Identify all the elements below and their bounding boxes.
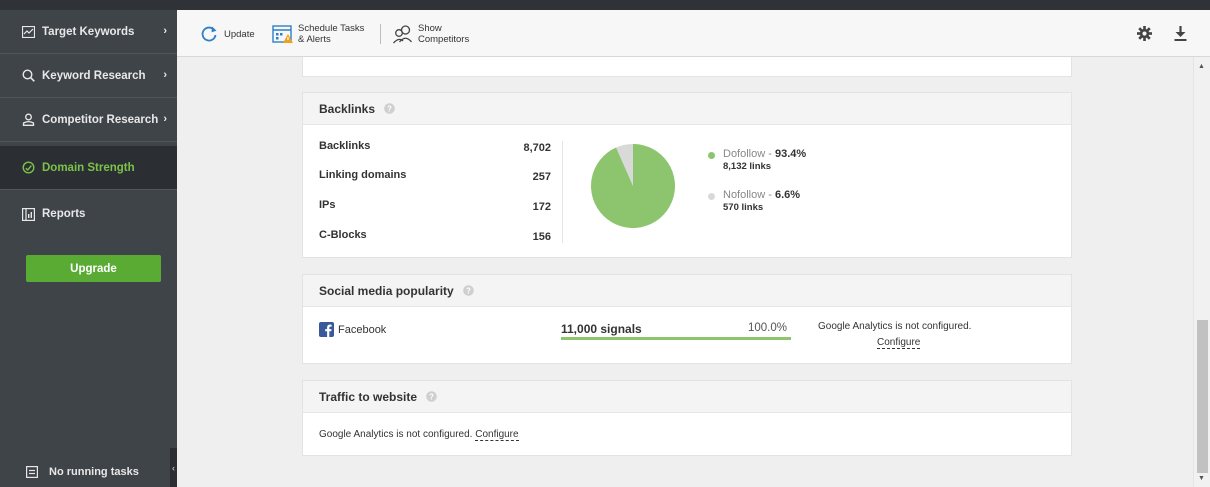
chevron-right-icon: › xyxy=(163,113,167,125)
sidebar-item-label: Target Keywords xyxy=(42,25,135,38)
schedule-label-line2: & Alerts xyxy=(298,34,331,45)
window-top-strip xyxy=(0,0,1210,10)
signals-progress-track xyxy=(561,337,791,340)
task-list-icon xyxy=(26,465,38,478)
competitors-label-line2: Competitors xyxy=(418,34,470,45)
sidebar-item-label: Competitor Research xyxy=(42,113,159,126)
running-tasks-status[interactable]: No running tasks xyxy=(0,456,177,487)
stat-value: 156 xyxy=(532,231,551,243)
sidebar-collapse-handle[interactable]: ‹ xyxy=(170,448,177,487)
backlinks-card: Backlinks ? Backlinks 8,702 Linking doma… xyxy=(302,92,1072,258)
help-icon[interactable]: ? xyxy=(384,103,395,114)
backlinks-pie-chart xyxy=(591,144,675,228)
facebook-label: Facebook xyxy=(338,323,387,336)
stat-label: Backlinks xyxy=(319,140,371,152)
nofollow-legend-dot xyxy=(708,193,715,200)
user-icon xyxy=(21,113,35,127)
pie-slice-dofollow xyxy=(591,144,675,228)
sidebar-item-label: Keyword Research xyxy=(42,69,146,82)
sidebar-item-domain-strength[interactable]: Domain Strength xyxy=(0,146,177,190)
help-icon[interactable]: ? xyxy=(426,391,437,402)
refresh-icon xyxy=(200,25,218,43)
show-competitors-button[interactable]: Show Competitors xyxy=(392,18,469,50)
stat-value: 257 xyxy=(532,171,551,183)
dofollow-legend-dot xyxy=(708,152,715,159)
nofollow-links-count: 570 links xyxy=(723,202,764,213)
configure-link[interactable]: Configure xyxy=(475,429,519,441)
facebook-icon xyxy=(319,322,334,337)
nofollow-legend-name: Nofollow xyxy=(723,189,766,201)
gear-icon[interactable] xyxy=(1137,26,1152,41)
sidebar-item-reports[interactable]: Reports xyxy=(0,192,177,236)
line-chart-icon xyxy=(21,25,35,39)
chevron-right-icon: › xyxy=(163,69,167,81)
sidebar: Target Keywords › Keyword Research › Com… xyxy=(0,10,177,487)
traffic-header: Traffic to website ? xyxy=(303,381,1071,413)
toolbar: Update Schedule Tasks & Alerts Show Comp… xyxy=(177,10,1210,57)
social-media-header: Social media popularity ? xyxy=(303,275,1071,307)
chevron-left-icon: ‹ xyxy=(172,462,175,473)
previous-card xyxy=(302,57,1072,77)
sidebar-item-label: Domain Strength xyxy=(42,161,135,174)
traffic-card: Traffic to website ? Google Analytics is… xyxy=(302,380,1072,456)
sidebar-item-label: Reports xyxy=(42,208,86,220)
dofollow-legend: Dofollow - 93.4% xyxy=(723,148,807,160)
stat-label: Linking domains xyxy=(319,169,407,181)
competitors-label-line1: Show xyxy=(418,23,442,34)
calendar-alert-icon xyxy=(272,23,294,45)
schedule-label-line1: Schedule Tasks xyxy=(298,23,365,34)
facebook-percent: 100.0% xyxy=(748,322,788,334)
stat-label: C-Blocks xyxy=(319,229,367,241)
stats-divider xyxy=(562,141,563,243)
social-media-card: Social media popularity ? Facebook 11,00… xyxy=(302,274,1072,364)
configure-link[interactable]: Configure xyxy=(877,337,921,349)
update-label: Update xyxy=(224,28,255,40)
facebook-row: Facebook xyxy=(319,322,386,337)
upgrade-button[interactable]: Upgrade xyxy=(26,255,161,282)
scroll-up-arrow[interactable]: ▲ xyxy=(1198,63,1205,70)
download-icon[interactable] xyxy=(1174,26,1187,41)
sidebar-item-competitor-research[interactable]: Competitor Research › xyxy=(0,98,177,142)
competitors-icon xyxy=(392,24,414,44)
svg-text:?: ? xyxy=(429,392,434,401)
dofollow-legend-name: Dofollow xyxy=(723,148,766,160)
dofollow-legend-pct: 93.4% xyxy=(774,148,807,160)
stat-value: 172 xyxy=(532,201,551,213)
backlinks-header: Backlinks ? xyxy=(303,93,1071,125)
search-icon xyxy=(21,69,35,83)
chevron-right-icon: › xyxy=(163,25,167,37)
sidebar-item-target-keywords[interactable]: Target Keywords › xyxy=(0,10,177,54)
scroll-down-arrow[interactable]: ▼ xyxy=(1198,475,1205,482)
toolbar-divider xyxy=(380,24,381,44)
svg-text:?: ? xyxy=(387,104,392,113)
social-media-title: Social media popularity xyxy=(319,283,454,298)
stat-value: 8,702 xyxy=(523,142,551,154)
traffic-note: Google Analytics is not configured. Conf… xyxy=(319,429,519,441)
nofollow-legend-pct: 6.6% xyxy=(774,189,801,201)
dofollow-links-count: 8,132 links xyxy=(723,161,772,172)
facebook-signals: 11,000 signals xyxy=(561,322,642,336)
backlinks-title: Backlinks xyxy=(319,101,376,116)
ga-not-configured-note: Google Analytics is not configured. xyxy=(818,321,972,332)
running-tasks-label: No running tasks xyxy=(49,465,139,478)
traffic-ga-note: Google Analytics is not configured. xyxy=(319,429,473,440)
schedule-tasks-button[interactable]: Schedule Tasks & Alerts xyxy=(272,18,364,50)
update-button[interactable]: Update xyxy=(200,18,255,50)
sidebar-item-keyword-research[interactable]: Keyword Research › xyxy=(0,54,177,98)
svg-text:?: ? xyxy=(466,286,471,295)
gauge-icon xyxy=(21,161,35,175)
signals-progress-fill xyxy=(561,337,791,340)
scroll-thumb[interactable] xyxy=(1197,320,1208,473)
report-icon xyxy=(21,207,35,221)
traffic-title: Traffic to website xyxy=(319,389,418,404)
stat-label: IPs xyxy=(319,199,336,211)
vertical-scrollbar[interactable]: ▲ ▼ xyxy=(1193,57,1210,487)
help-icon[interactable]: ? xyxy=(462,285,474,296)
nofollow-legend: Nofollow - 6.6% xyxy=(723,189,801,201)
